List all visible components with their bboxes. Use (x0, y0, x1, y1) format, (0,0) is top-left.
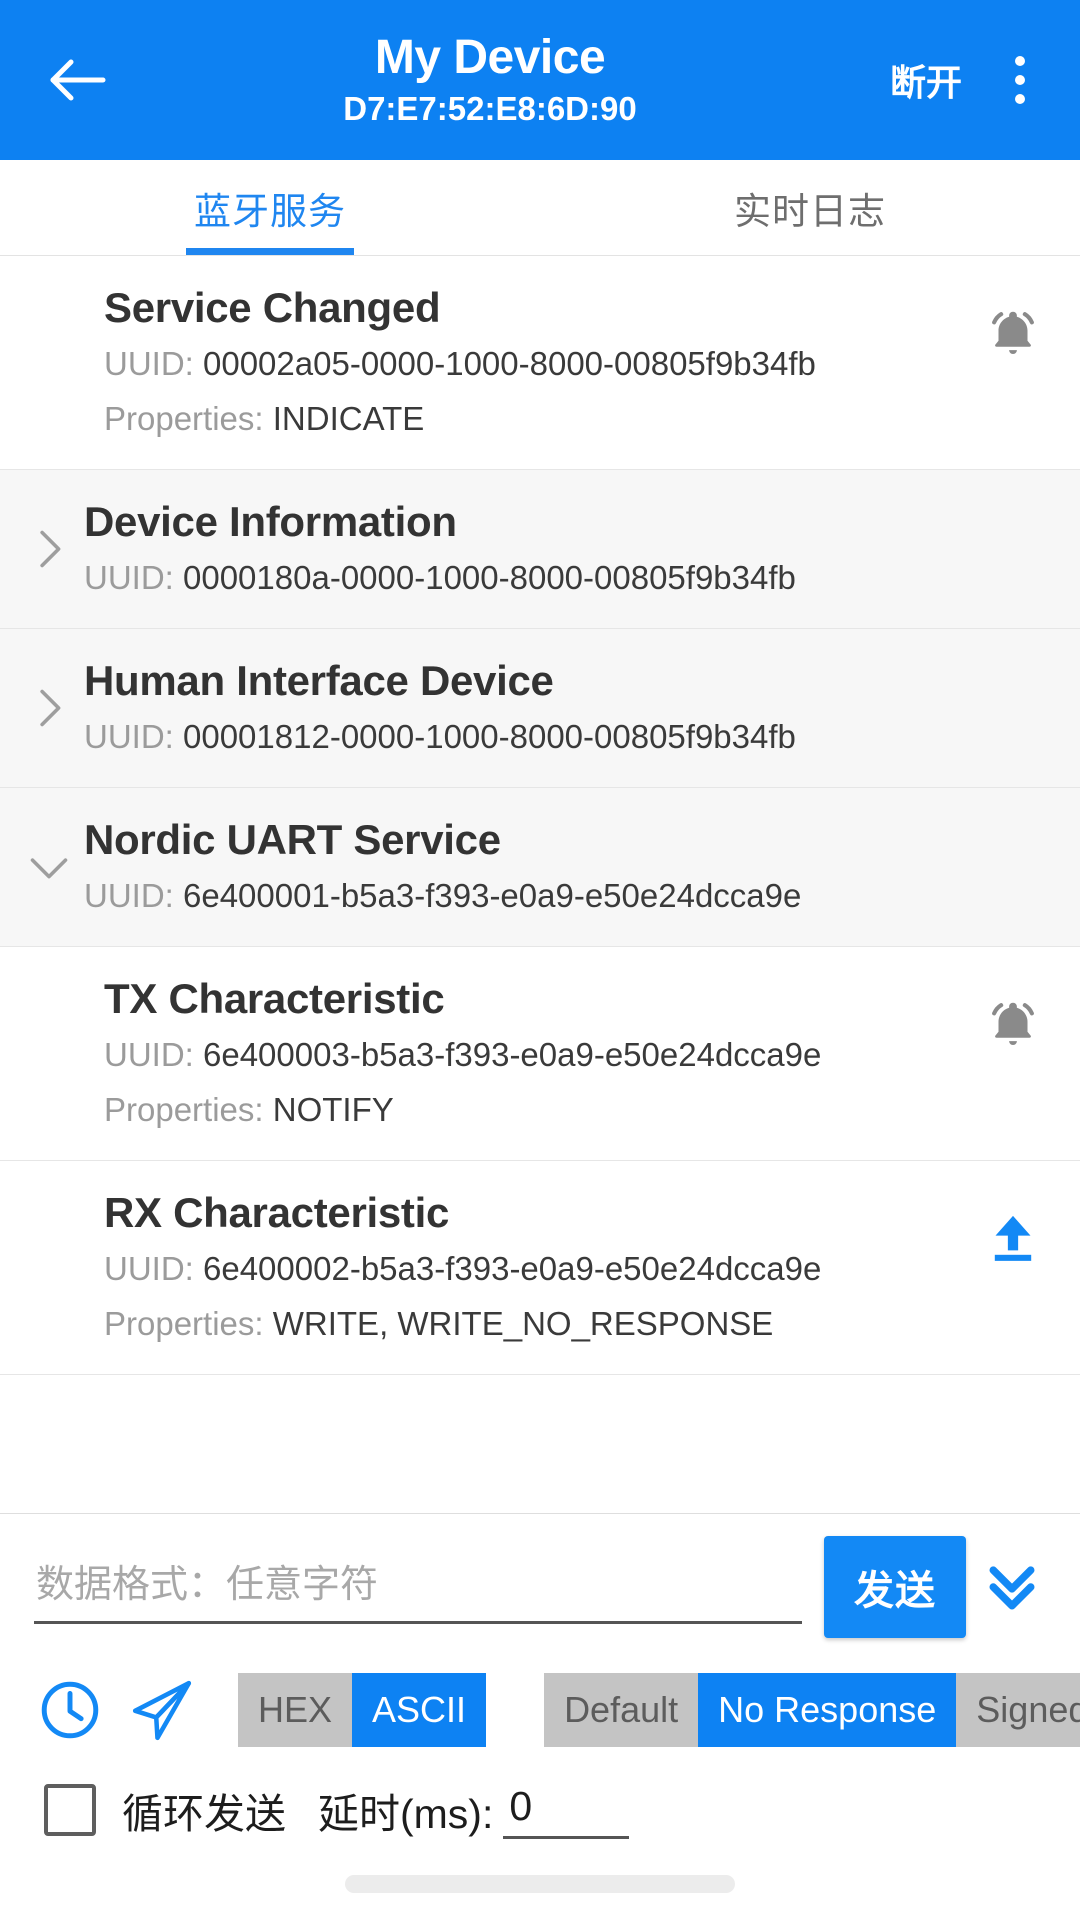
service-uuid: UUID: 6e400001-b5a3-f393-e0a9-e50e24dcca… (84, 877, 802, 915)
characteristic-uuid: UUID: 6e400003-b5a3-f393-e0a9-e50e24dcca… (104, 1036, 822, 1074)
characteristic-uuid: UUID: 00002a05-0000-1000-8000-00805f9b34… (104, 345, 816, 383)
composer-tools-row: HEX ASCII Default No Response Signed (0, 1656, 1080, 1764)
page-title: My Device (374, 31, 606, 85)
tab-bar: 蓝牙服务 实时日志 (0, 160, 1080, 256)
loop-send-checkbox[interactable] (44, 1784, 96, 1836)
dot (1015, 94, 1025, 104)
service-name: Nordic UART Service (84, 816, 501, 864)
composer-input-row: 发送 (0, 1514, 1080, 1656)
loop-send-row: 循环发送 延时(ms): (0, 1764, 1080, 1848)
segment-hex[interactable]: HEX (238, 1673, 353, 1747)
dot (1015, 56, 1025, 66)
characteristic-properties: Properties: NOTIFY (104, 1091, 394, 1129)
upload-arrow-icon[interactable] (982, 1207, 1044, 1269)
arrow-left-icon (49, 56, 107, 104)
tab-label: 蓝牙服务 (194, 190, 346, 232)
paper-plane-icon[interactable] (116, 1664, 208, 1756)
service-name: Device Information (84, 497, 457, 545)
chevron-double-down-icon[interactable] (966, 1541, 1058, 1633)
more-vertical-icon[interactable] (988, 38, 1052, 122)
characteristic-properties: Properties: WRITE, WRITE_NO_RESPONSE (104, 1305, 774, 1343)
bell-active-icon[interactable] (982, 302, 1044, 364)
delay-input[interactable] (503, 1781, 630, 1839)
list-item[interactable]: Service Changed UUID: 00002a05-0000-1000… (0, 256, 1080, 470)
list-item[interactable]: Nordic UART Service UUID: 6e400001-b5a3-… (0, 788, 1080, 948)
segment-signed[interactable]: Signed (956, 1673, 1080, 1747)
characteristic-properties: Properties: INDICATE (104, 400, 425, 438)
clock-icon[interactable] (24, 1664, 116, 1756)
device-title-block: My Device D7:E7:52:E8:6D:90 (100, 31, 880, 128)
chevron-down-icon[interactable] (26, 844, 72, 890)
bell-active-icon[interactable] (982, 993, 1044, 1055)
list-item[interactable]: Device Information UUID: 0000180a-0000-1… (0, 469, 1080, 630)
properties-value: INDICATE (272, 400, 425, 438)
tab-label: 实时日志 (734, 190, 886, 232)
segment-default[interactable]: Default (544, 1673, 699, 1747)
uuid-value: 0000180a-0000-1000-8000-00805f9b34fb (183, 559, 796, 597)
device-mac-address: D7:E7:52:E8:6D:90 (343, 90, 637, 128)
composer-panel: 发送 HEX (0, 1513, 1080, 1848)
segment-ascii[interactable]: ASCII (352, 1673, 487, 1747)
loop-send-label: 循环发送 (122, 1791, 286, 1837)
uuid-value: 6e400002-b5a3-f393-e0a9-e50e24dcca9e (203, 1250, 822, 1288)
chevron-right-icon[interactable] (26, 685, 72, 731)
app-bar: My Device D7:E7:52:E8:6D:90 断开 (0, 0, 1080, 160)
system-navigation-bar (0, 1848, 1080, 1920)
list-item[interactable]: TX Characteristic UUID: 6e400003-b5a3-f3… (0, 947, 1080, 1162)
dot (1015, 75, 1025, 85)
gesture-pill (345, 1875, 735, 1893)
service-uuid: UUID: 0000180a-0000-1000-8000-00805f9b34… (84, 559, 796, 597)
uuid-value: 6e400001-b5a3-f393-e0a9-e50e24dcca9e (183, 877, 802, 915)
segment-no-response[interactable]: No Response (698, 1673, 957, 1747)
data-format-segmented-control: HEX ASCII (238, 1673, 487, 1747)
properties-value: NOTIFY (272, 1091, 394, 1129)
write-type-segmented-control: Default No Response Signed (544, 1673, 1080, 1747)
uuid-value: 6e400003-b5a3-f393-e0a9-e50e24dcca9e (203, 1036, 822, 1074)
tab-realtime-log[interactable]: 实时日志 (540, 160, 1080, 255)
characteristic-uuid: UUID: 6e400002-b5a3-f393-e0a9-e50e24dcca… (104, 1250, 822, 1288)
service-uuid: UUID: 00001812-0000-1000-8000-00805f9b34… (84, 718, 796, 756)
chevron-right-icon[interactable] (26, 526, 72, 572)
properties-value: WRITE, WRITE_NO_RESPONSE (272, 1305, 774, 1343)
list-item[interactable]: RX Characteristic UUID: 6e400002-b5a3-f3… (0, 1161, 1080, 1376)
characteristic-name: TX Characteristic (104, 975, 445, 1023)
delay-label: 延时(ms): (318, 1791, 494, 1837)
characteristic-name: RX Characteristic (104, 1189, 450, 1237)
uuid-value: 00002a05-0000-1000-8000-00805f9b34fb (203, 345, 816, 383)
bluetooth-device-screen: My Device D7:E7:52:E8:6D:90 断开 蓝牙服务 实时日志… (0, 0, 1080, 1920)
uuid-value: 00001812-0000-1000-8000-00805f9b34fb (183, 718, 796, 756)
disconnect-button[interactable]: 断开 (880, 40, 972, 120)
data-input[interactable] (34, 1550, 802, 1624)
service-list: Service Changed UUID: 00002a05-0000-1000… (0, 256, 1080, 1513)
tab-bluetooth-services[interactable]: 蓝牙服务 (0, 160, 540, 255)
characteristic-name: Service Changed (104, 284, 441, 331)
service-name: Human Interface Device (84, 657, 554, 705)
list-item[interactable]: Human Interface Device UUID: 00001812-00… (0, 629, 1080, 789)
send-button[interactable]: 发送 (824, 1536, 966, 1638)
